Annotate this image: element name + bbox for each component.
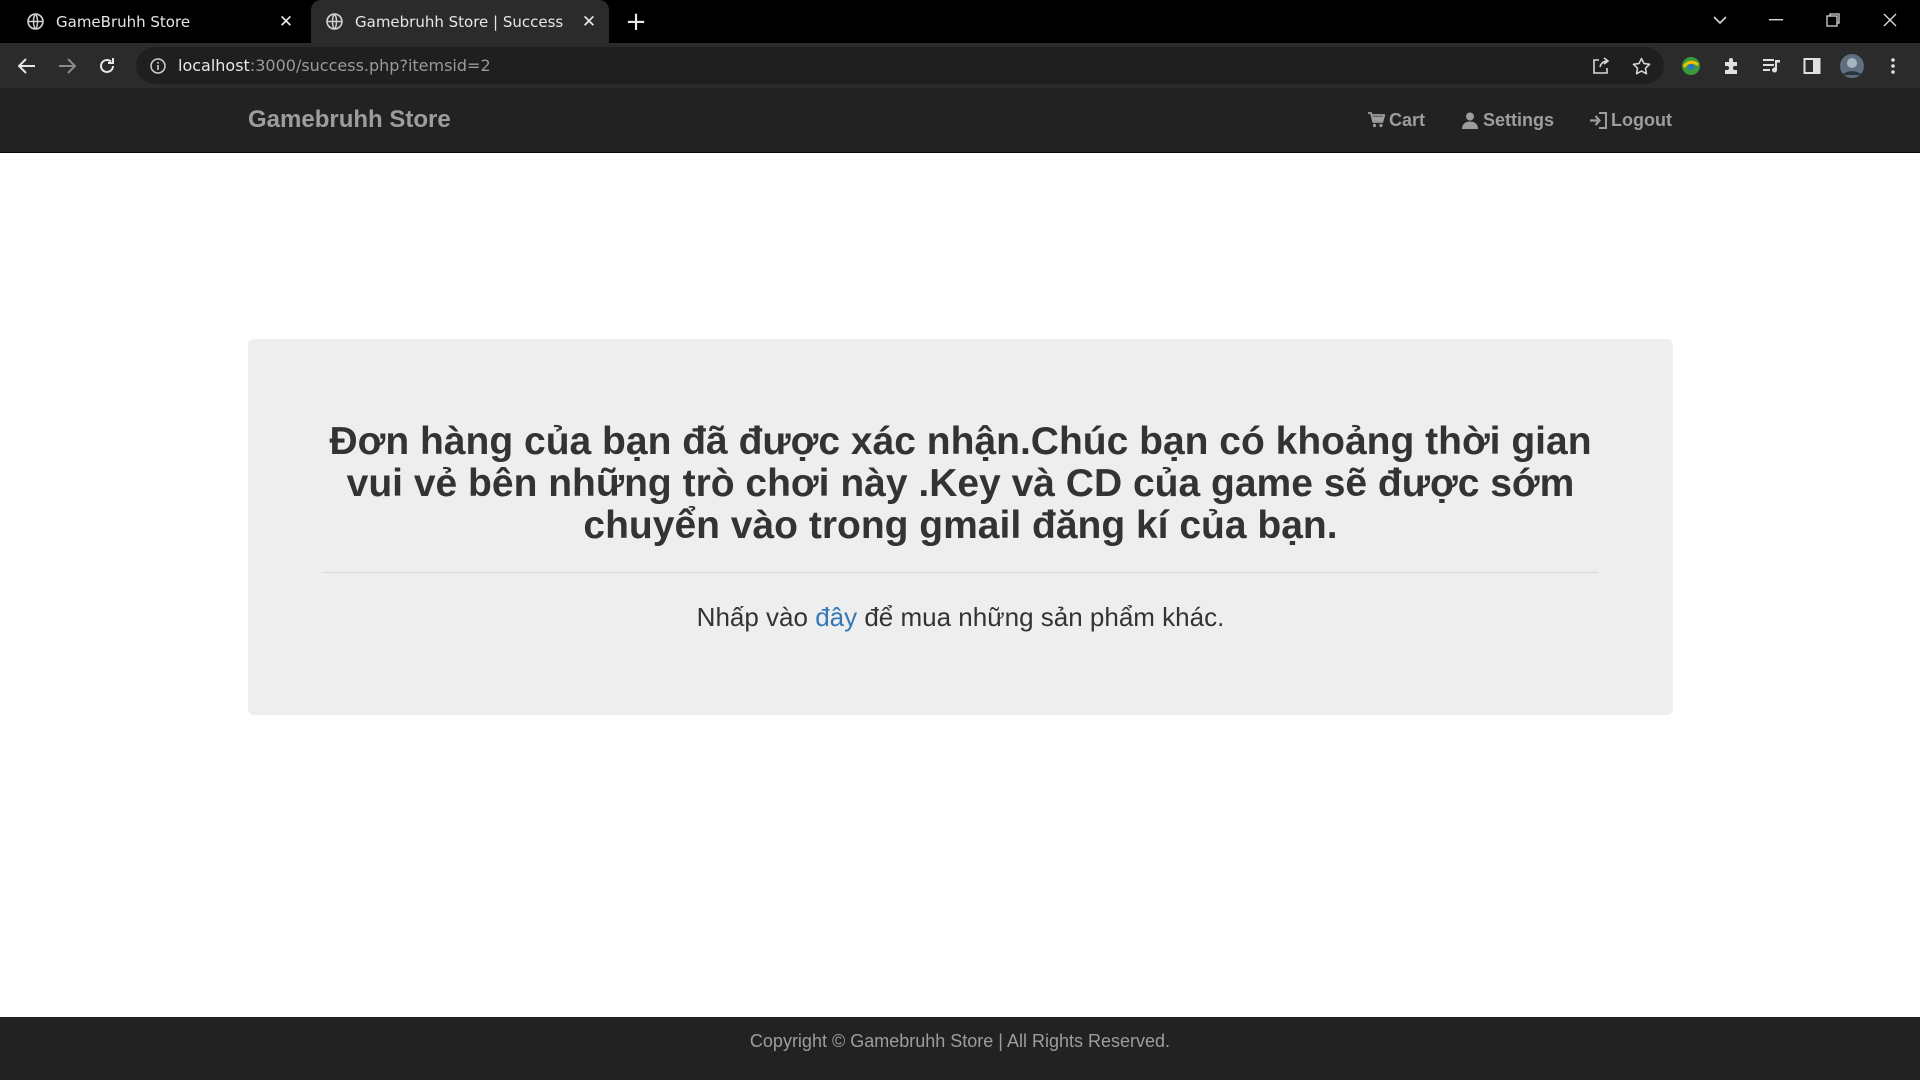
- puzzle-extensions-icon[interactable]: [1719, 53, 1745, 79]
- brand-link[interactable]: Gamebruhh Store: [248, 88, 451, 152]
- success-panel: Đơn hàng của bạn đã được xác nhận.Chúc b…: [248, 339, 1673, 715]
- nav-cart-label: Cart: [1389, 109, 1426, 130]
- tab-search-chevron-icon[interactable]: [1692, 0, 1748, 40]
- share-icon[interactable]: [1590, 55, 1612, 77]
- copyright-text: Copyright © Gamebruhh Store | All Rights…: [749, 1031, 1171, 1051]
- globe-icon: [325, 13, 343, 31]
- more-menu-icon[interactable]: [1880, 53, 1906, 79]
- browser-tab-2[interactable]: Gamebruhh Store | Success ✕: [311, 0, 609, 43]
- restore-icon[interactable]: [1805, 0, 1861, 40]
- nav-cart-link[interactable]: Cart: [1367, 88, 1425, 152]
- url-host: localhost: [178, 56, 250, 75]
- address-bar[interactable]: localhost:3000/success.php?itemsid=2: [136, 47, 1664, 84]
- continue-shopping-text: Nhấp vào đây để mua những sản phẩm khác.: [323, 601, 1598, 633]
- shopping-cart-icon: [1367, 111, 1385, 129]
- confirmation-headline: Đơn hàng của bạn đã được xác nhận.Chúc b…: [329, 420, 1592, 547]
- window-close-icon[interactable]: [1862, 0, 1918, 40]
- forward-arrow-icon[interactable]: [51, 50, 83, 82]
- media-queue-icon[interactable]: [1759, 53, 1785, 79]
- new-tab-plus-icon[interactable]: +: [622, 7, 650, 37]
- nav-settings-label: Settings: [1483, 109, 1555, 130]
- back-arrow-icon[interactable]: [11, 50, 43, 82]
- browser-toolbar: localhost:3000/success.php?itemsid=2: [0, 43, 1920, 88]
- profile-avatar-icon[interactable]: [1839, 53, 1865, 79]
- reload-icon[interactable]: [91, 50, 123, 82]
- url-path: :3000/success.php?itemsid=2: [249, 56, 491, 75]
- continue-shopping-link[interactable]: đây: [815, 602, 857, 632]
- nav-logout-link[interactable]: Logout: [1589, 88, 1672, 152]
- divider: [323, 572, 1598, 573]
- site-footer: Copyright © Gamebruhh Store | All Rights…: [0, 1017, 1920, 1080]
- minimize-icon[interactable]: [1748, 0, 1804, 40]
- bookmark-star-icon[interactable]: [1630, 55, 1652, 77]
- nav-logout-label: Logout: [1611, 109, 1672, 130]
- log-in-icon: [1589, 111, 1607, 129]
- continue-text-after: để mua những sản phẩm khác.: [857, 602, 1225, 632]
- side-panel-icon[interactable]: [1799, 53, 1825, 79]
- tab-title: Gamebruhh Store | Success: [355, 12, 564, 31]
- url-text: localhost:3000/success.php?itemsid=2: [178, 47, 491, 84]
- browser-tab-strip: GameBruhh Store ✕ Gamebruhh Store | Succ…: [0, 0, 1920, 43]
- continue-text-before: Nhấp vào: [696, 602, 816, 632]
- globe-icon: [26, 13, 44, 31]
- site-info-icon[interactable]: [148, 56, 167, 75]
- close-icon[interactable]: ✕: [579, 12, 599, 32]
- nav-settings-link[interactable]: Settings: [1461, 88, 1554, 152]
- close-icon[interactable]: ✕: [276, 12, 296, 32]
- extension-color-icon[interactable]: [1678, 53, 1704, 79]
- site-navbar: Gamebruhh Store Cart Settings Logout: [0, 88, 1920, 153]
- browser-tab-1[interactable]: GameBruhh Store ✕: [0, 0, 306, 43]
- user-icon: [1461, 111, 1479, 129]
- tab-title: GameBruhh Store: [56, 12, 191, 31]
